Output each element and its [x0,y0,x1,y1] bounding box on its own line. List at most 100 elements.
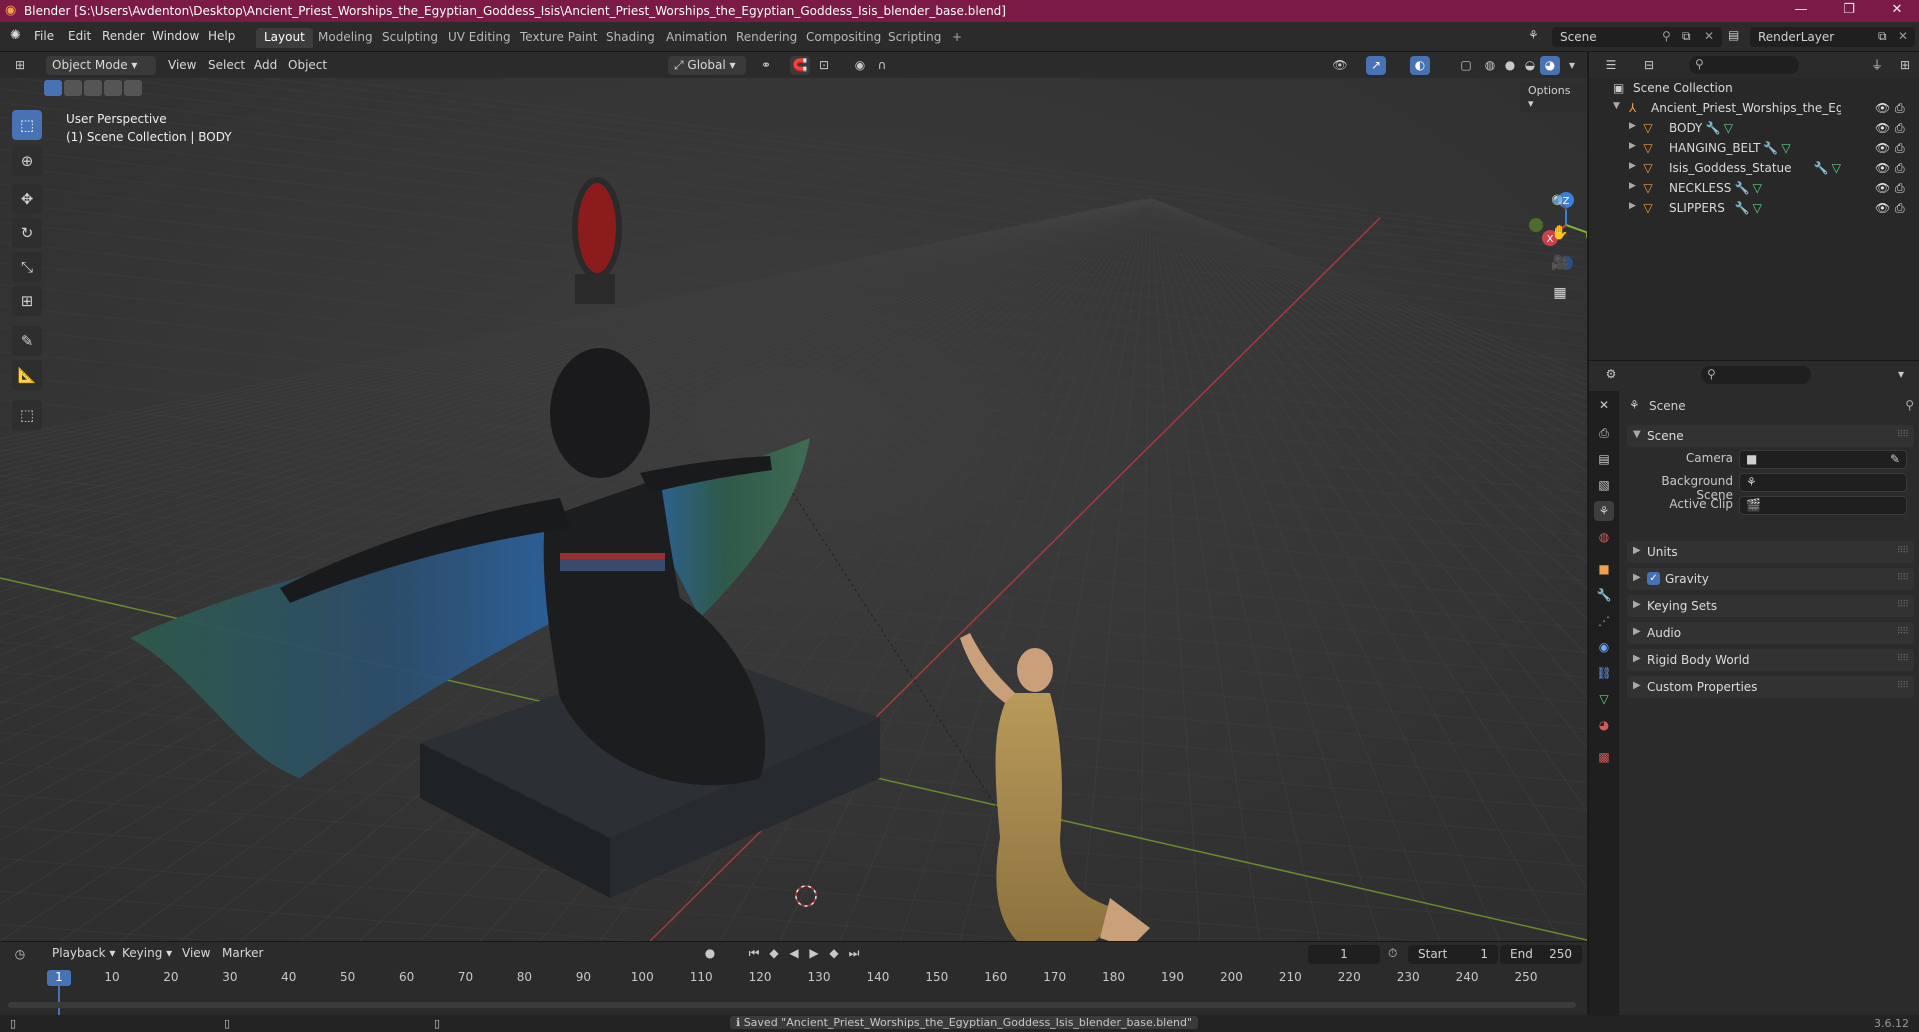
select-intersect-icon[interactable] [124,80,142,96]
eye-icon[interactable]: 👁 [1875,181,1890,195]
physics-tab-icon[interactable]: ◉ [1594,637,1614,657]
blender-menu-icon[interactable]: ✺ [10,28,21,43]
modifier-icon[interactable]: 🔧 [1735,181,1750,195]
camera-render-icon[interactable]: ⎙ [1895,181,1905,196]
camera-render-icon[interactable]: ⎙ [1895,121,1905,136]
tab-compositing[interactable]: Compositing [798,28,889,48]
select-invert-icon[interactable] [104,80,122,96]
outliner-object-row[interactable]: ▶ ▽ HANGING_BELT 👁 ⎙ 🔧 ▽ [1589,138,1919,158]
eyedropper-icon[interactable]: ✎ [1890,452,1900,466]
panel-custom-properties[interactable]: ▶ Custom Properties ⠿⠿ [1627,676,1914,698]
shading-options-icon[interactable]: ▾ [1562,56,1582,75]
delete-layer-icon[interactable]: ✕ [1898,29,1908,43]
tool-tab-icon[interactable]: ✕ [1594,395,1614,415]
expand-arrow-icon[interactable]: ▶ [1629,161,1636,171]
tab-texture-paint[interactable]: Texture Paint [512,28,605,48]
drag-handle-icon[interactable]: ⠿⠿ [1897,654,1909,664]
scene-selector[interactable]: Scene ⚲ ⧉ ✕ [1552,27,1722,47]
view-layer-tab-icon[interactable]: ▧ [1594,475,1614,495]
rendered-shading-icon[interactable]: ◕ [1540,56,1560,75]
pan-hand-icon[interactable]: ✋ [1547,220,1573,246]
menu-edit[interactable]: Edit [68,29,91,43]
outliner-object-row[interactable]: ▶ ▽ Isis_Goddess_Statue 👁 ⎙ 🔧 ▽ [1589,158,1919,178]
rotate-tool[interactable]: ↻ [12,218,42,248]
new-collection-icon[interactable]: ⊞ [1895,56,1915,75]
menu-window[interactable]: Window [152,29,199,43]
constraints-tab-icon[interactable]: ⛓ [1594,663,1614,683]
material-tab-icon[interactable]: ◕ [1594,715,1614,735]
delete-scene-icon[interactable]: ✕ [1704,29,1714,43]
menu-file[interactable]: File [34,29,54,43]
display-mode-icon[interactable]: ⊟ [1639,56,1659,75]
move-tool[interactable]: ✥ [12,184,42,214]
select-extend-icon[interactable] [64,80,82,96]
snap-target-icon[interactable]: ⊡ [814,56,834,75]
tab-sculpting[interactable]: Sculpting [374,28,446,48]
tab-rendering[interactable]: Rendering [728,28,805,48]
eye-icon[interactable]: 👁 [1875,141,1890,155]
overlay-toggle-icon[interactable]: ◐ [1410,56,1430,75]
mesh-data-icon[interactable]: ▽ [1724,121,1733,135]
properties-search-input[interactable]: ⚲ [1701,366,1811,384]
xray-icon[interactable]: ▢ [1456,56,1476,75]
eye-icon[interactable]: 👁 [1875,161,1890,175]
proportional-edit-icon[interactable]: ◉ [850,56,870,75]
texture-tab-icon[interactable]: ▩ [1594,747,1614,767]
panel-gravity[interactable]: ▶ ✓ Gravity ⠿⠿ [1627,568,1914,590]
properties-options-icon[interactable]: ▾ [1891,365,1911,384]
data-tab-icon[interactable]: ▽ [1594,689,1614,709]
gravity-checkbox[interactable]: ✓ [1647,572,1660,585]
tab-animation[interactable]: Animation [658,28,735,48]
select-box-tool[interactable]: ⬚ [12,110,42,140]
expand-arrow-icon[interactable]: ▶ [1629,141,1636,151]
close-button[interactable]: ✕ [1882,2,1912,17]
camera-field[interactable]: ■ ✎ [1739,450,1907,469]
material-shading-icon[interactable]: ◒ [1520,56,1540,75]
mesh-data-icon[interactable]: ▽ [1753,201,1762,215]
add-workspace-icon[interactable]: + [944,28,970,48]
gizmo-toggle-icon[interactable]: ↗ [1366,56,1386,75]
tab-shading[interactable]: Shading [598,28,663,48]
panel-rigid-body-world[interactable]: ▶ Rigid Body World ⠿⠿ [1627,649,1914,671]
outliner-collection-row[interactable]: ▼ ⅄ Ancient_Priest_Worships_the_Egyptian… [1589,98,1919,118]
mesh-data-icon[interactable]: ▽ [1753,181,1762,195]
pin-icon[interactable]: ⚲ [1662,29,1671,43]
drag-handle-icon[interactable]: ⠿⠿ [1897,627,1909,637]
cursor-tool[interactable]: ⊕ [12,146,42,176]
zoom-icon[interactable]: 🔍 [1547,190,1573,216]
menu-add[interactable]: Add [254,58,277,72]
editor-type-icon[interactable]: ⊞ [10,56,30,75]
panel-scene[interactable]: ▼ Scene ⠿⠿ [1627,425,1914,447]
object-tab-icon[interactable]: ■ [1594,559,1614,579]
maximize-button[interactable]: ❐ [1834,2,1864,17]
menu-help[interactable]: Help [208,29,235,43]
mesh-data-icon[interactable]: ▽ [1832,161,1841,175]
menu-object[interactable]: Object [288,58,327,72]
modifier-icon[interactable]: 🔧 [1735,201,1750,215]
menu-render[interactable]: Render [102,29,145,43]
properties-editor-icon[interactable]: ⚙ [1601,365,1621,384]
expand-arrow-icon[interactable]: ▶ [1629,181,1636,191]
outliner-editor-icon[interactable]: ☰ [1601,56,1621,75]
select-new-icon[interactable] [44,80,62,96]
panel-audio[interactable]: ▶ Audio ⠿⠿ [1627,622,1914,644]
menu-select[interactable]: Select [208,58,245,72]
snap-icon[interactable]: 🧲 [790,56,810,75]
visibility-icon[interactable]: 👁 [1330,56,1350,75]
world-tab-icon[interactable]: ◍ [1594,527,1614,547]
filter-icon[interactable]: ⏚ [1867,56,1887,75]
expand-arrow-icon[interactable]: ▶ [1629,201,1636,211]
drag-handle-icon[interactable]: ⠿⠿ [1897,600,1909,610]
outliner-object-row[interactable]: ▶ ▽ SLIPPERS 👁 ⎙ 🔧 ▽ [1589,198,1919,218]
drag-handle-icon[interactable]: ⠿⠿ [1897,546,1909,556]
timeline-scrollbar[interactable] [8,1002,1576,1008]
active-clip-field[interactable]: 🎬 [1739,496,1907,515]
orientation-dropdown[interactable]: ⤢ Global ▾ [668,56,746,75]
tab-scripting[interactable]: Scripting [880,28,949,48]
modifier-icon[interactable]: 🔧 [1706,121,1721,135]
mode-dropdown[interactable]: Object Mode ▾ [46,56,156,75]
measure-tool[interactable]: 📐 [12,360,42,390]
camera-render-icon[interactable]: ⎙ [1895,201,1905,216]
render-layer-selector[interactable]: RenderLayer ⧉ ✕ [1750,27,1915,47]
camera-render-icon[interactable]: ⎙ [1895,101,1905,116]
